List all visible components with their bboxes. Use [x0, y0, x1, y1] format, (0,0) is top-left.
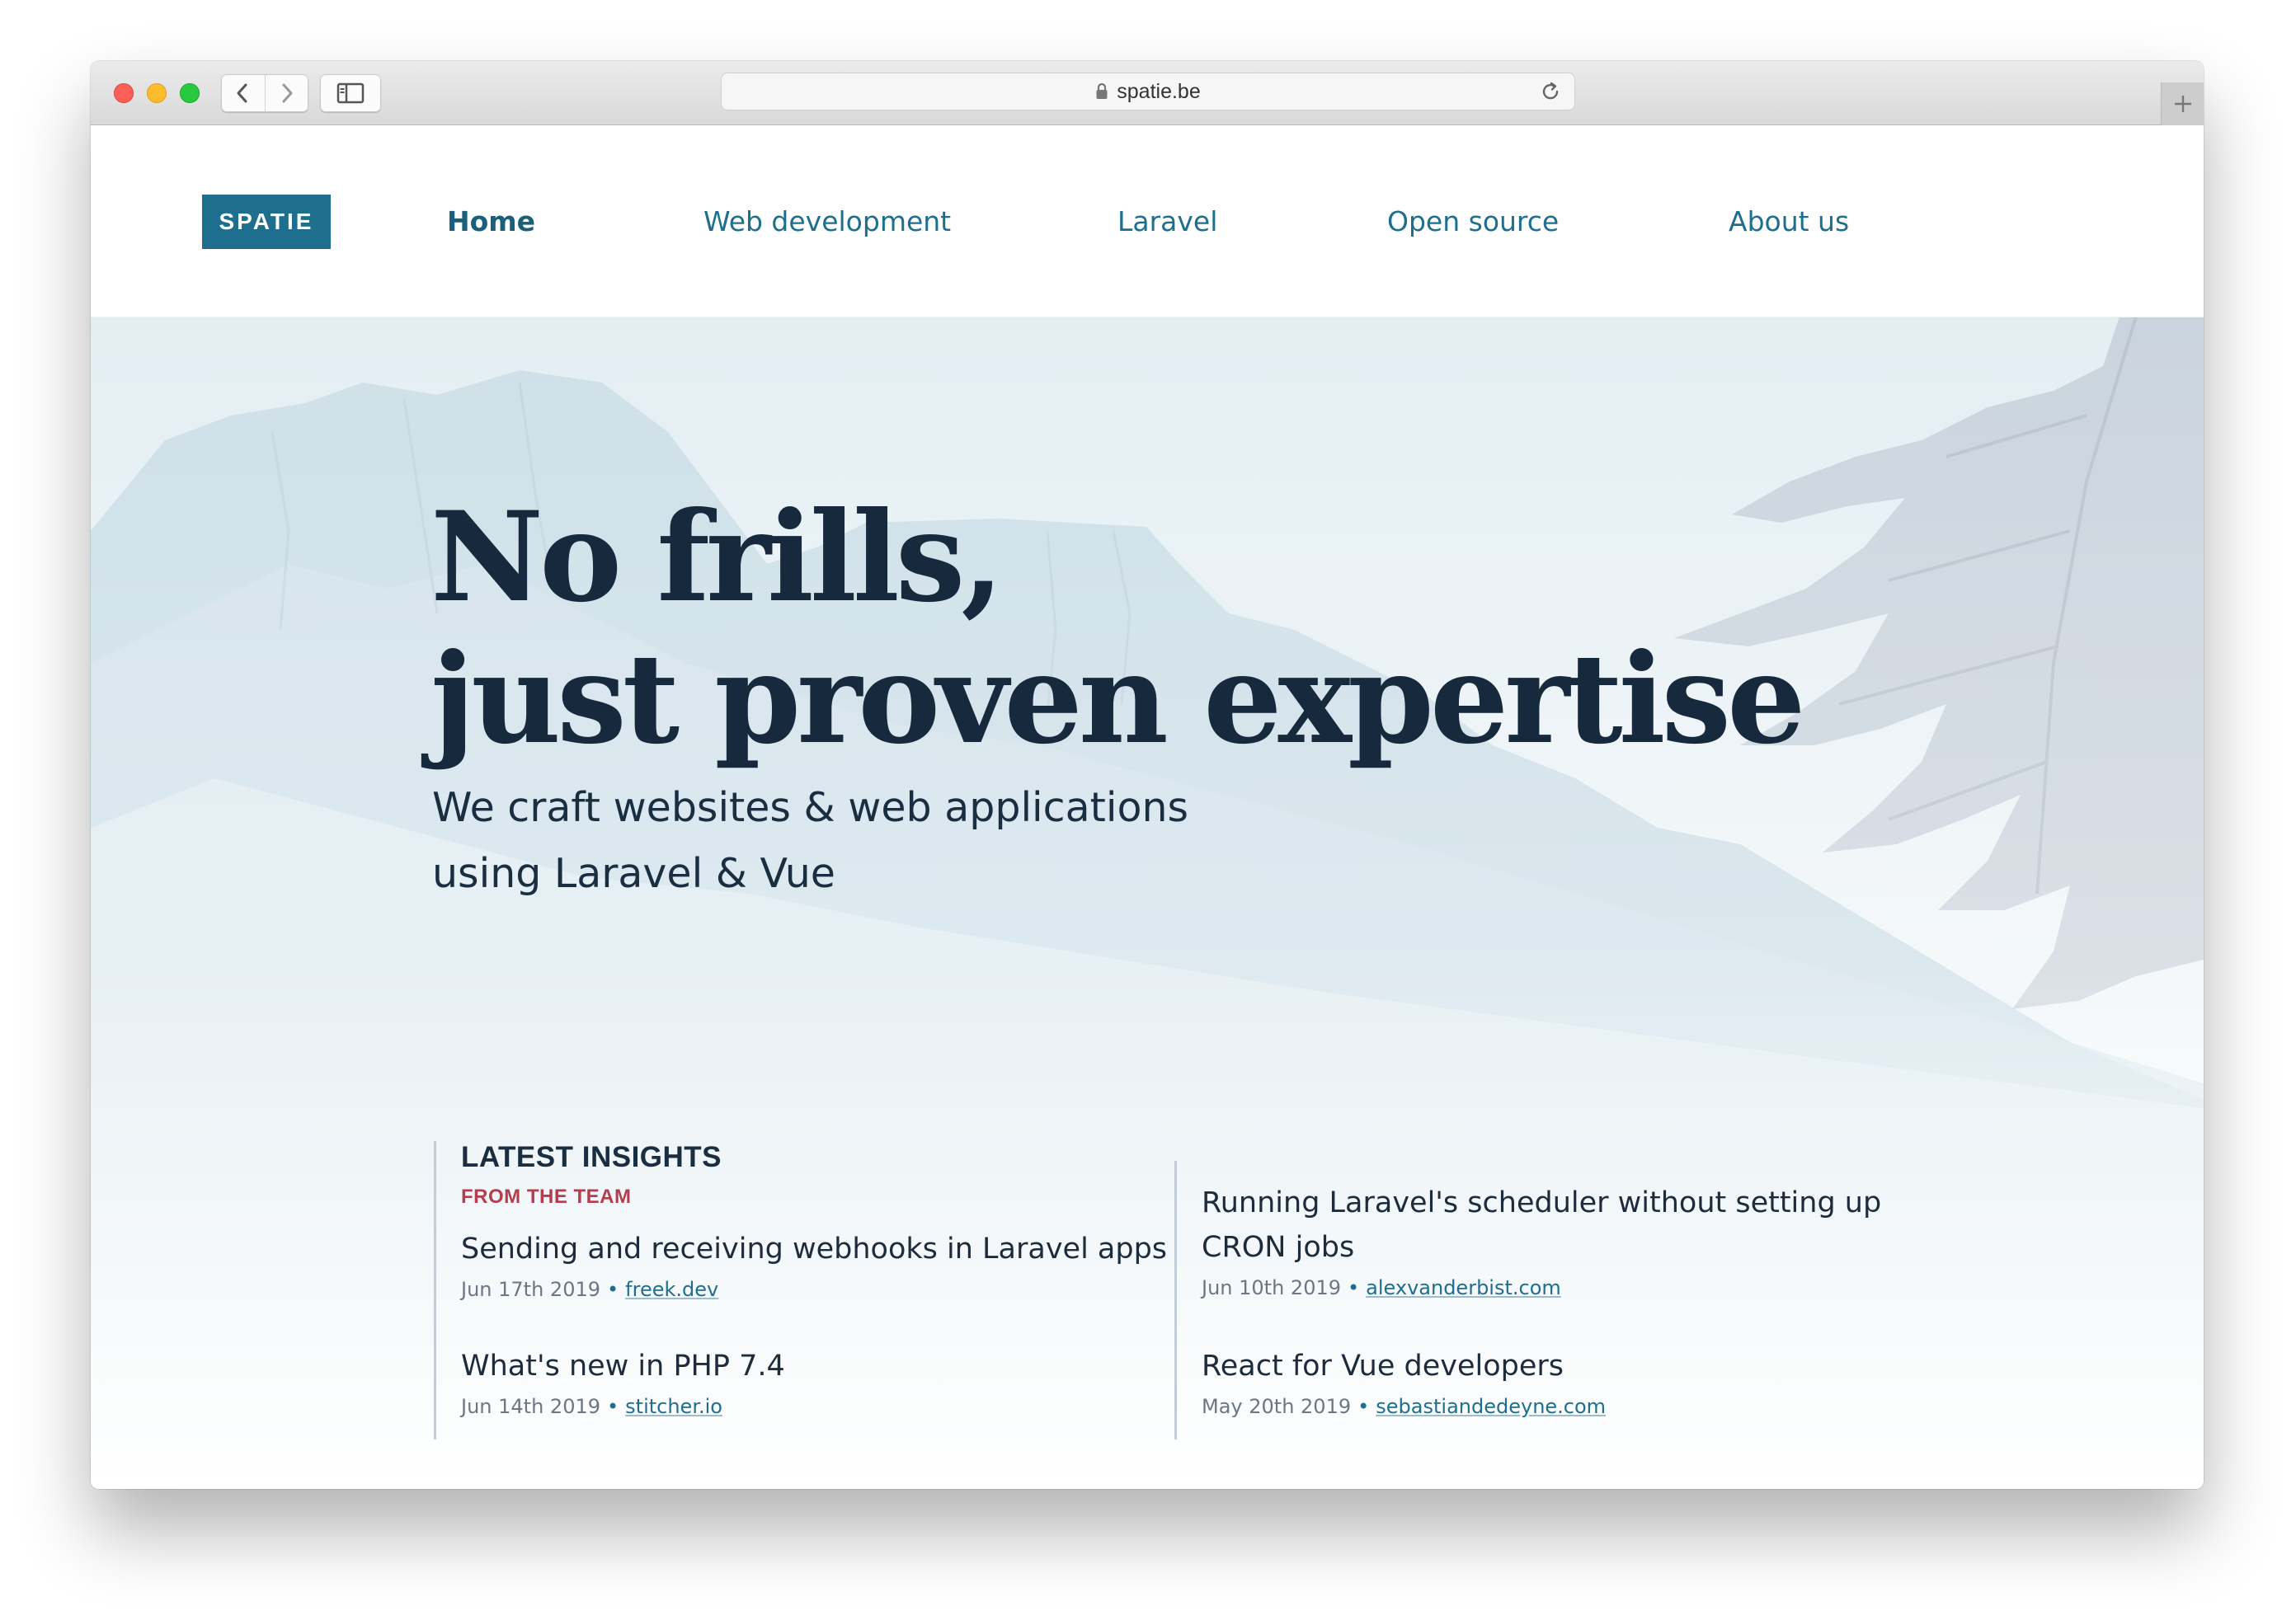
web-page: SPATIE Home Web development Laravel Open… [91, 125, 2204, 1489]
sidebar-toggle-button[interactable] [320, 74, 381, 112]
site-header: SPATIE Home Web development Laravel Open… [91, 125, 2204, 317]
nav-laravel[interactable]: Laravel [1117, 204, 1217, 239]
article-title-link[interactable]: Running Laravel's scheduler without sett… [1202, 1181, 1881, 1270]
article-title-link[interactable]: Sending and receiving webhooks in Larave… [461, 1227, 1167, 1271]
bullet-separator: • [1357, 1395, 1370, 1418]
article-source-link[interactable]: sebastiandedeyne.com [1376, 1395, 1606, 1418]
zoom-window-button[interactable] [180, 83, 200, 103]
headline-line-1: No frills, [430, 485, 1004, 630]
article-meta: Jun 14th 2019 • stitcher.io [461, 1395, 785, 1418]
article-meta: Jun 10th 2019 • alexvanderbist.com [1202, 1276, 1881, 1299]
browser-toolbar: spatie.be [91, 61, 2204, 125]
bullet-separator: • [607, 1395, 619, 1418]
article-item: Sending and receiving webhooks in Larave… [461, 1227, 1167, 1301]
plus-icon [2174, 96, 2191, 112]
reload-icon[interactable] [1539, 80, 1562, 103]
article-item: React for Vue developers May 20th 2019 • s… [1202, 1344, 1606, 1418]
article-date: May 20th 2019 [1202, 1395, 1352, 1418]
close-window-button[interactable] [114, 83, 134, 103]
hero-headline: No frills, just proven expertise [430, 485, 1805, 772]
nav-home[interactable]: Home [447, 204, 535, 239]
article-item: Running Laravel's scheduler without sett… [1202, 1181, 1881, 1299]
hero-section: No frills, just proven expertise We craf… [91, 317, 2204, 1489]
hero-subtitle: We craft websites & web applications usi… [432, 775, 1188, 907]
nav-about-us[interactable]: About us [1729, 204, 1849, 239]
article-title-line-2: CRON jobs [1202, 1231, 1355, 1264]
subtitle-line-2: using Laravel & Vue [432, 850, 835, 897]
nav-open-source[interactable]: Open source [1387, 204, 1559, 239]
article-source-link[interactable]: stitcher.io [625, 1395, 722, 1418]
latest-insights-heading: LATEST INSIGHTS [461, 1141, 722, 1173]
article-title-link[interactable]: React for Vue developers [1202, 1344, 1606, 1388]
article-date: Jun 10th 2019 [1202, 1276, 1341, 1299]
from-the-team-label: FROM THE TEAM [461, 1186, 632, 1208]
article-date: Jun 17th 2019 [461, 1278, 600, 1301]
article-title-link[interactable]: What's new in PHP 7.4 [461, 1344, 785, 1388]
address-bar[interactable]: spatie.be [721, 73, 1575, 110]
bullet-separator: • [1348, 1276, 1360, 1299]
article-item: What's new in PHP 7.4 Jun 14th 2019 • stit… [461, 1344, 785, 1418]
article-title-line-1: Running Laravel's scheduler without sett… [1202, 1186, 1882, 1219]
article-meta: Jun 17th 2019 • freek.dev [461, 1278, 1167, 1301]
bullet-separator: • [607, 1278, 619, 1301]
browser-window: spatie.be SPATIE Home Web development La… [91, 61, 2204, 1489]
back-button[interactable] [221, 74, 265, 112]
sidebar-icon [336, 82, 365, 104]
nav-web-development[interactable]: Web development [703, 204, 951, 239]
headline-line-2: just proven expertise [430, 627, 1805, 772]
history-buttons [221, 74, 308, 112]
insights-column-right: Running Laravel's scheduler without sett… [1174, 1161, 1919, 1440]
lock-icon [1096, 82, 1108, 99]
article-source-link[interactable]: alexvanderbist.com [1366, 1276, 1561, 1299]
article-date: Jun 14th 2019 [461, 1395, 600, 1418]
minimize-window-button[interactable] [147, 83, 167, 103]
url-text: spatie.be [1117, 79, 1201, 103]
chevron-left-icon [237, 83, 247, 103]
spatie-logo[interactable]: SPATIE [202, 195, 331, 249]
forward-button[interactable] [264, 74, 309, 112]
article-source-link[interactable]: freek.dev [625, 1278, 718, 1301]
article-meta: May 20th 2019 • sebastiandedeyne.com [1202, 1395, 1606, 1418]
insights-column-left: LATEST INSIGHTS FROM THE TEAM Sending an… [434, 1141, 1167, 1440]
chevron-right-icon [282, 83, 293, 103]
new-tab-button[interactable] [2161, 82, 2204, 125]
subtitle-line-1: We craft websites & web applications [432, 784, 1189, 831]
